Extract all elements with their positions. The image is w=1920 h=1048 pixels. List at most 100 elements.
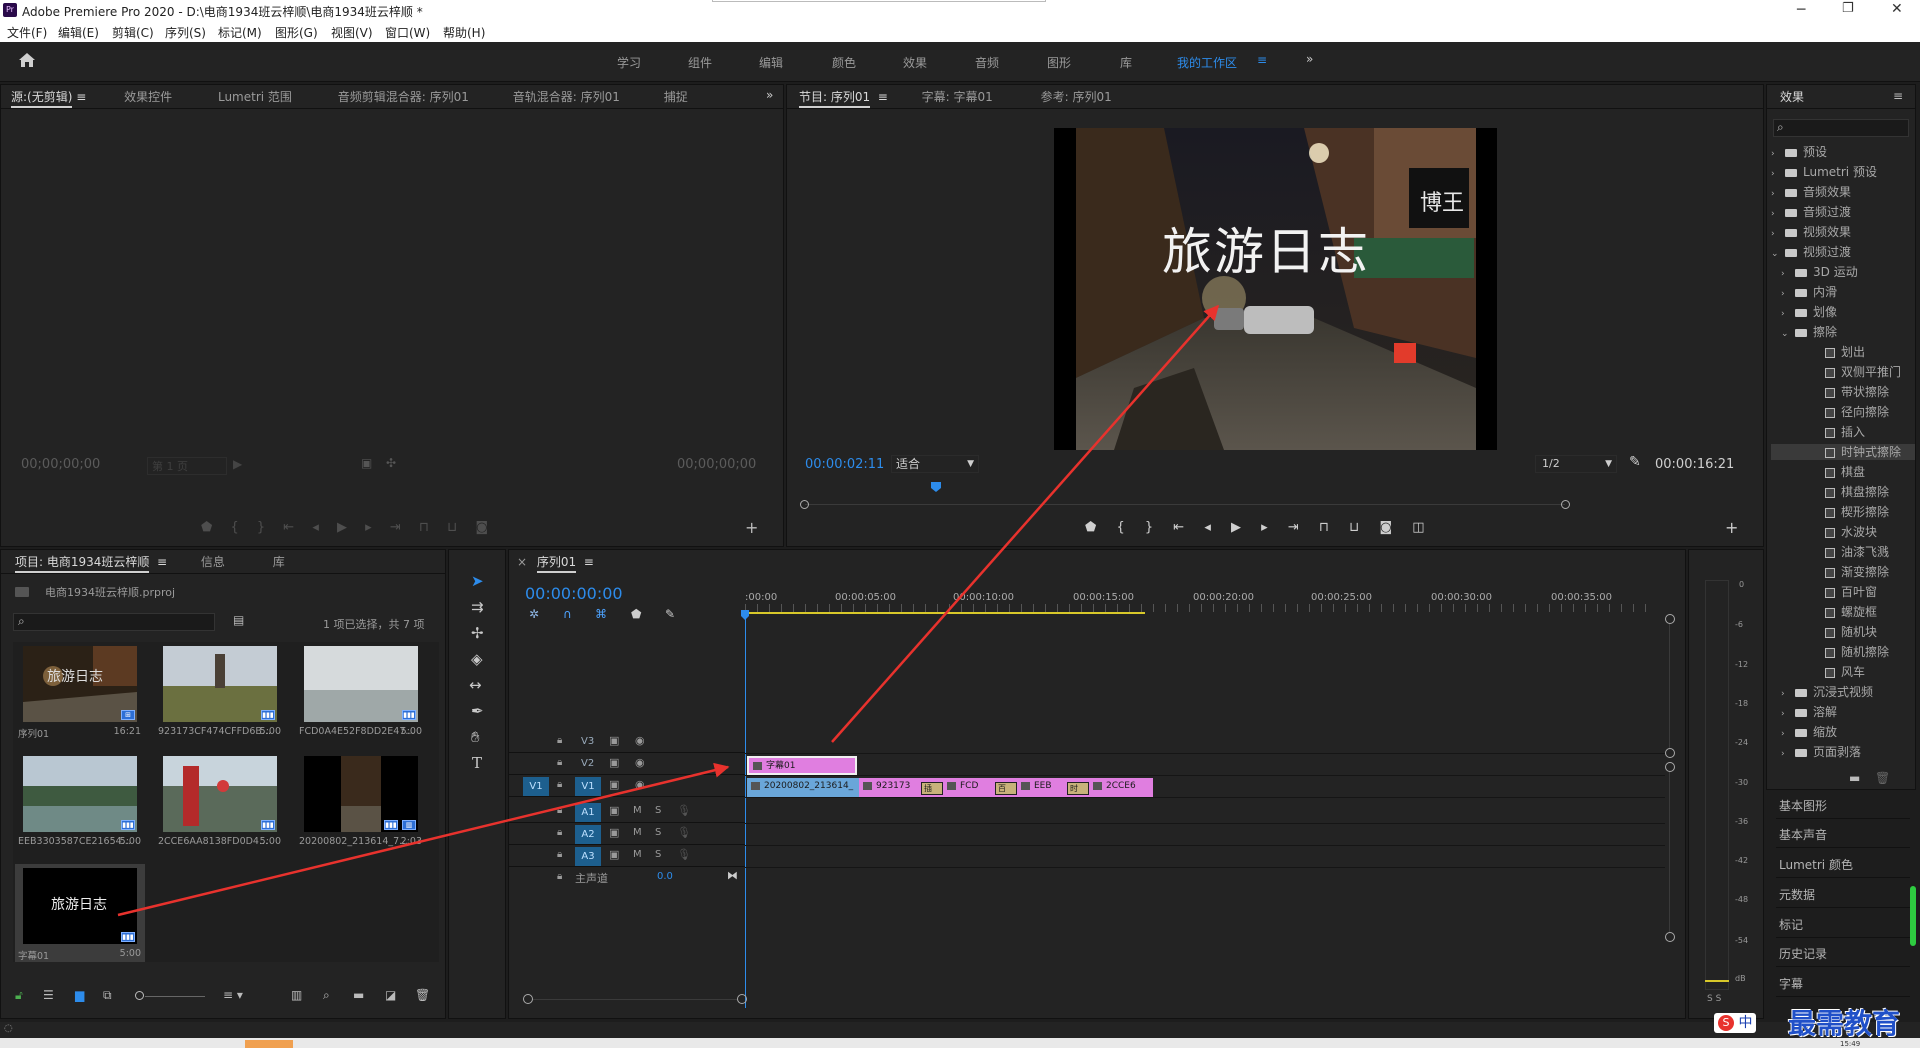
track-target-v1[interactable]: V1 — [575, 777, 601, 796]
mark-in-icon[interactable]: { — [230, 520, 238, 535]
new-bin-from-search-icon[interactable]: ▤ — [233, 613, 244, 627]
chevron-right-icon[interactable]: › — [1771, 206, 1785, 222]
effects-tree-item[interactable]: › 视频效果 — [1771, 224, 1915, 242]
microphone-icon[interactable]: 🎙︎ — [677, 826, 691, 839]
workspace-assembly[interactable]: 组件 — [688, 54, 712, 71]
effects-tree-item[interactable]: 随机擦除 — [1771, 644, 1915, 660]
tab-libraries[interactable]: 库 — [263, 550, 295, 573]
effects-tree-item[interactable]: › 页面剥落 — [1771, 744, 1915, 760]
v1-clip[interactable]: 20200802_213614_ — [747, 778, 859, 797]
add-button-icon[interactable]: + — [1725, 518, 1738, 537]
wrench-icon[interactable]: ✎ — [1629, 454, 1641, 470]
horizontal-scroll-track[interactable] — [533, 999, 737, 1000]
step-back-icon[interactable]: ◂ — [1204, 520, 1211, 535]
lock-icon[interactable]: 🔒︎ — [557, 757, 562, 768]
mute-button[interactable]: M — [633, 849, 642, 860]
effects-tree-item[interactable]: 径向擦除 — [1771, 404, 1915, 420]
project-item-sequence[interactable]: 旅游日志 ⊞ 序列01 16:21 — [15, 642, 145, 752]
effects-tree-item[interactable]: › 沉浸式视频 — [1771, 684, 1915, 700]
workspace-overflow-icon[interactable]: » — [1306, 52, 1313, 66]
menu-marker[interactable]: 标记(M) — [218, 24, 262, 41]
master-volume[interactable]: 0.0 — [657, 871, 673, 882]
effects-tree-item[interactable]: ⌄ 视频过渡 — [1771, 244, 1915, 260]
effects-tree-item[interactable]: 棋盘 — [1771, 464, 1915, 480]
microphone-icon[interactable]: 🎙︎ — [677, 848, 691, 861]
lock-icon[interactable]: 🔒︎ — [557, 871, 562, 882]
play-icon[interactable]: ▶ — [337, 520, 347, 535]
scrub-start-handle[interactable] — [800, 500, 809, 509]
snap-icon[interactable]: ∩ — [563, 607, 572, 621]
sync-lock-icon[interactable]: ▣ — [609, 848, 619, 861]
effects-tree-item[interactable]: › Lumetri 预设 — [1771, 164, 1915, 180]
icon-view-icon[interactable]: ▆ — [75, 988, 84, 1002]
effects-tree-item[interactable]: 油漆飞溅 — [1771, 544, 1915, 560]
marker-icon[interactable]: ⬟ — [201, 520, 212, 535]
tab-sequence[interactable]: 序列01 ≡ — [533, 550, 604, 574]
chevron-right-icon[interactable]: › — [1781, 266, 1795, 282]
workspace-graphics[interactable]: 图形 — [1047, 54, 1071, 71]
go-to-end-icon[interactable]: ⧓ — [727, 869, 738, 882]
transition-marker[interactable]: 百 — [995, 782, 1017, 795]
find-icon[interactable]: ⌕ — [323, 988, 330, 1003]
effects-tree-item[interactable]: 螺旋框 — [1771, 604, 1915, 620]
menu-file[interactable]: 文件(F) — [7, 24, 47, 41]
tab-effects[interactable]: 效果 — [1767, 85, 1814, 108]
resolution-dropdown[interactable]: 1/2 ▼ — [1535, 455, 1617, 473]
camera-icon[interactable]: ◙ — [475, 520, 488, 535]
tab-info[interactable]: 信息 — [191, 550, 235, 573]
mark-out-icon[interactable]: } — [1145, 520, 1153, 535]
play-icon[interactable]: ▶ — [1231, 520, 1241, 535]
tab-program[interactable]: 节目: 序列01 ≡ — [787, 85, 898, 108]
sync-lock-icon[interactable]: ▣ — [609, 734, 619, 747]
taskbar-active-item[interactable] — [245, 1040, 293, 1048]
tab-audio-clip-mixer[interactable]: 音频剪辑混合器: 序列01 — [328, 85, 479, 108]
effects-tree-item[interactable]: 渐变擦除 — [1771, 564, 1915, 580]
insert-icon[interactable]: ⊓ — [419, 520, 429, 535]
timeline-settings-icon[interactable]: ✎ — [665, 607, 675, 621]
wrench-icon[interactable]: ✣ — [386, 456, 396, 470]
chevron-right-icon[interactable]: › — [1771, 146, 1785, 162]
menu-help[interactable]: 帮助(H) — [443, 24, 485, 41]
linked-selection-icon[interactable]: ⌘ — [595, 607, 607, 621]
marker-icon[interactable]: ⬟ — [1085, 520, 1096, 535]
effects-tree-item[interactable]: 划出 — [1771, 344, 1915, 360]
project-item-title-selected[interactable]: 旅游日志 ▮▮▮ 字幕01 5:00 — [15, 864, 145, 962]
panel-captions[interactable]: 字幕 — [1776, 971, 1910, 997]
project-item-clip[interactable]: ▮▮▮ 923173CF474CFFD6B... 5:00 — [155, 642, 285, 752]
tab-titler[interactable]: 字幕: 字幕01 — [912, 85, 1003, 108]
solo-button[interactable]: S — [655, 849, 661, 860]
chevron-right-icon[interactable]: › — [1771, 226, 1785, 242]
type-tool-icon[interactable]: T — [472, 754, 482, 772]
mute-button[interactable]: M — [633, 805, 642, 816]
go-in-icon[interactable]: ⇤ — [1173, 520, 1184, 535]
new-item-icon[interactable]: ◪ — [385, 988, 396, 1002]
program-playhead[interactable] — [931, 482, 941, 492]
effects-tree-item[interactable]: › 溶解 — [1771, 704, 1915, 720]
side-scroll-thumb[interactable] — [1910, 886, 1916, 946]
lock-icon[interactable]: 🔒︎ — [557, 779, 562, 790]
sort-icon[interactable]: ≡ ▾ — [223, 988, 243, 1002]
transition-marker[interactable]: 时 — [1067, 782, 1089, 795]
lift-icon[interactable]: ⊓ — [1319, 520, 1329, 535]
razor-tool-icon[interactable]: ◈ — [471, 650, 483, 668]
menu-window[interactable]: 窗口(W) — [385, 24, 430, 41]
track-target-a2[interactable]: A2 — [575, 825, 601, 844]
hand-tool-icon[interactable]: ✋︎ — [471, 728, 480, 746]
effects-tree-item[interactable]: 随机块 — [1771, 624, 1915, 640]
chevron-right-icon[interactable]: › — [1781, 306, 1795, 322]
vertical-scroll-top[interactable] — [1665, 614, 1675, 624]
effects-tree-item[interactable]: › 预设 — [1771, 144, 1915, 162]
minimize-icon[interactable]: ─ — [1797, 2, 1805, 18]
workspace-audio[interactable]: 音频 — [975, 54, 999, 71]
effects-tree-item[interactable]: 带状擦除 — [1771, 384, 1915, 400]
panel-overflow-icon[interactable]: » — [766, 88, 773, 102]
project-search-input[interactable]: ⌕ — [13, 613, 215, 631]
effects-tree-item[interactable]: ⌄ 擦除 — [1771, 324, 1915, 340]
vertical-scroll-top[interactable] — [1665, 762, 1675, 772]
meter-solo-buttons[interactable]: S S — [1707, 994, 1721, 1004]
horizontal-scroll-start[interactable] — [523, 994, 533, 1004]
v1-clip[interactable]: 2CCE6 — [1089, 778, 1153, 797]
workspace-libraries[interactable]: 库 — [1120, 54, 1132, 71]
effects-tree-item[interactable]: 时钟式擦除 — [1771, 444, 1915, 460]
vertical-scroll-bottom[interactable] — [1665, 932, 1675, 942]
